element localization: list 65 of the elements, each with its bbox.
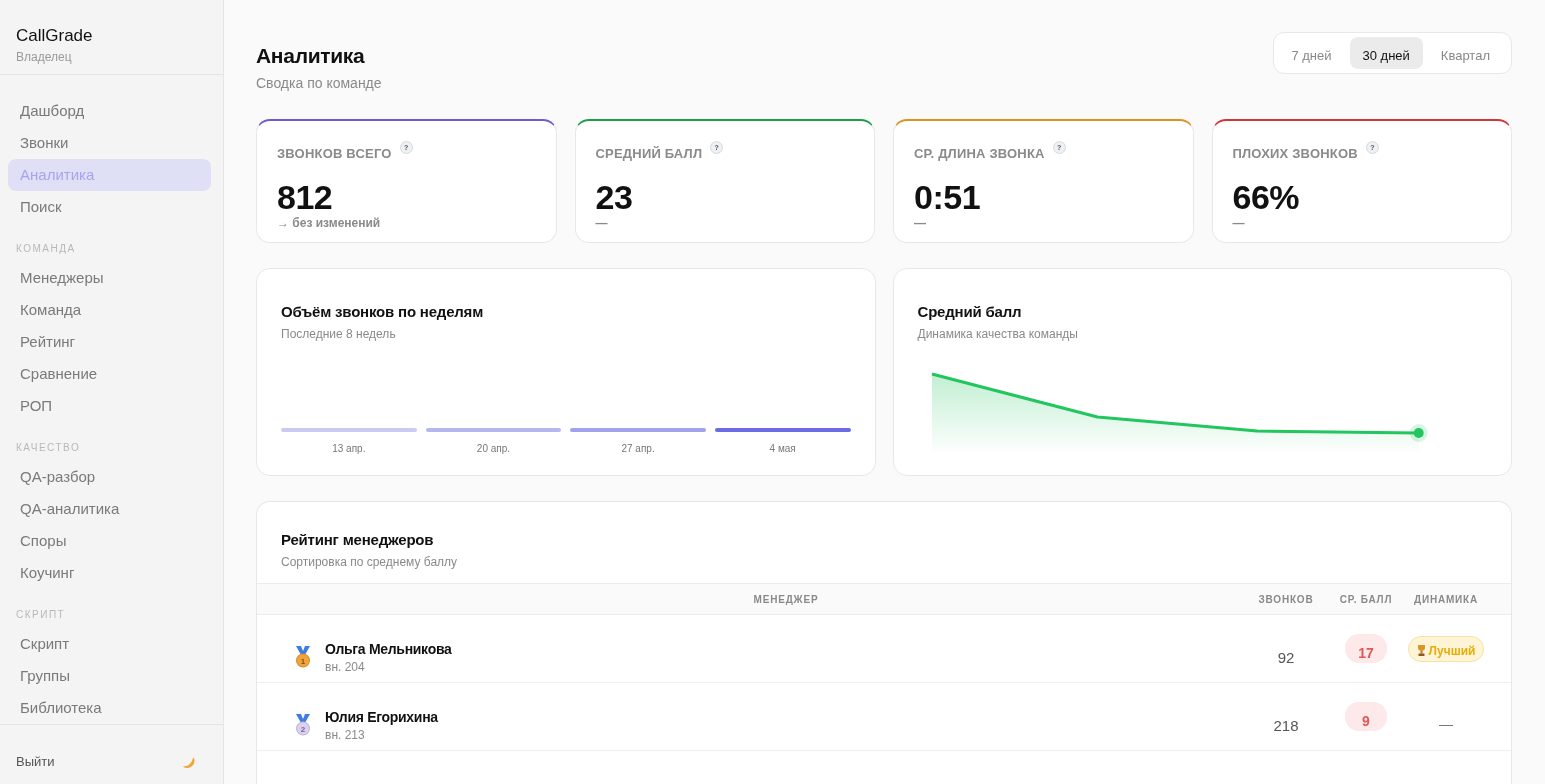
extension-number: вн. 204 [325, 659, 366, 674]
extension-number: вн. 213 [325, 727, 366, 742]
moon-icon[interactable] [182, 755, 196, 769]
stat-label: СРЕДНИЙ БАЛЛ [595, 146, 703, 162]
best-label: Лучший [1428, 643, 1476, 658]
chart-subtitle: Последние 8 недель [281, 326, 397, 342]
ranking-subtitle: Сортировка по среднему баллу [281, 554, 459, 570]
chart-title: Объём звонков по неделям [281, 302, 485, 322]
stat-change: — [914, 215, 927, 231]
column-header: ЗВОНКОВ [1257, 593, 1315, 605]
nav-item[interactable]: Звонки [8, 127, 211, 159]
nav-item[interactable]: Дашборд [8, 95, 211, 127]
period-tab[interactable]: 7 дней [1278, 37, 1345, 69]
manager-name: Юлия Егорихина [325, 707, 438, 726]
section-label: КОМАНДА [16, 243, 77, 255]
nav-item[interactable]: Рейтинг [8, 326, 211, 358]
column-header: ДИНАМИКА [1413, 593, 1479, 605]
week-label: 4 мая [768, 443, 797, 455]
nav-item[interactable]: Команда [8, 294, 211, 326]
nav-item[interactable]: РОП [8, 390, 211, 422]
calls-count: 218 [1272, 717, 1300, 734]
period-tab[interactable]: Квартал [1427, 37, 1503, 69]
week-label: 27 апр. [620, 443, 656, 455]
nav-item[interactable]: Споры [8, 525, 211, 557]
calls-count: 92 [1276, 649, 1296, 666]
stat-label: ПЛОХИХ ЗВОНКОВ [1232, 146, 1358, 162]
nav-item[interactable]: QA-разбор [8, 461, 211, 493]
nav-item[interactable]: QA-аналитика [8, 493, 211, 525]
column-header: МЕНЕДЖЕР [752, 593, 820, 605]
week-label: 13 апр. [331, 443, 367, 455]
period-tab[interactable]: 30 дней [1349, 37, 1423, 69]
nav-item[interactable]: Скрипт [8, 628, 211, 660]
chart-subtitle: Динамика качества команды [917, 326, 1079, 342]
ranking-title: Рейтинг менеджеров [281, 530, 435, 550]
nav-item[interactable]: Группы [8, 660, 211, 692]
data-point [1409, 424, 1428, 442]
stat-value: 0:51 [914, 179, 982, 215]
stat-value: 23 [595, 179, 634, 215]
stat-change: → без изменений [277, 215, 382, 231]
chart-title: Средний балл [917, 302, 1023, 322]
user-role: Владелец [16, 49, 73, 65]
trophy-icon [1416, 645, 1426, 656]
page-subtitle: Сводка по команде [256, 74, 382, 92]
score-pill: 9 [1345, 702, 1387, 731]
manager-name: Ольга Мельникова [325, 639, 452, 658]
trend-value: — [1439, 715, 1453, 732]
stat-label: СР. ДЛИНА ЗВОНКА [914, 146, 1045, 162]
column-header: СР. БАЛЛ [1338, 593, 1394, 605]
score-pill: 17 [1345, 634, 1387, 663]
stat-change: — [595, 215, 609, 231]
stat-label: ЗВОНКОВ ВСЕГО [277, 146, 392, 162]
nav-item[interactable]: Сравнение [8, 358, 211, 390]
logout-link[interactable]: Выйти [16, 753, 55, 771]
page-title: Аналитика [256, 44, 366, 68]
nav-item[interactable]: Менеджеры [8, 262, 211, 294]
stat-value: 66% [1232, 179, 1301, 215]
section-label: КАЧЕСТВО [16, 442, 82, 454]
week-label: 20 апр. [475, 443, 512, 455]
stat-value: 812 [277, 179, 334, 215]
brand-name: CallGrade [16, 27, 94, 45]
nav-item[interactable]: Коучинг [8, 557, 211, 589]
nav-item[interactable]: Библиотека [8, 692, 211, 724]
nav-item[interactable]: Поиск [8, 191, 211, 223]
stat-change: — [1232, 215, 1246, 231]
section-label: СКРИПТ [16, 609, 67, 621]
